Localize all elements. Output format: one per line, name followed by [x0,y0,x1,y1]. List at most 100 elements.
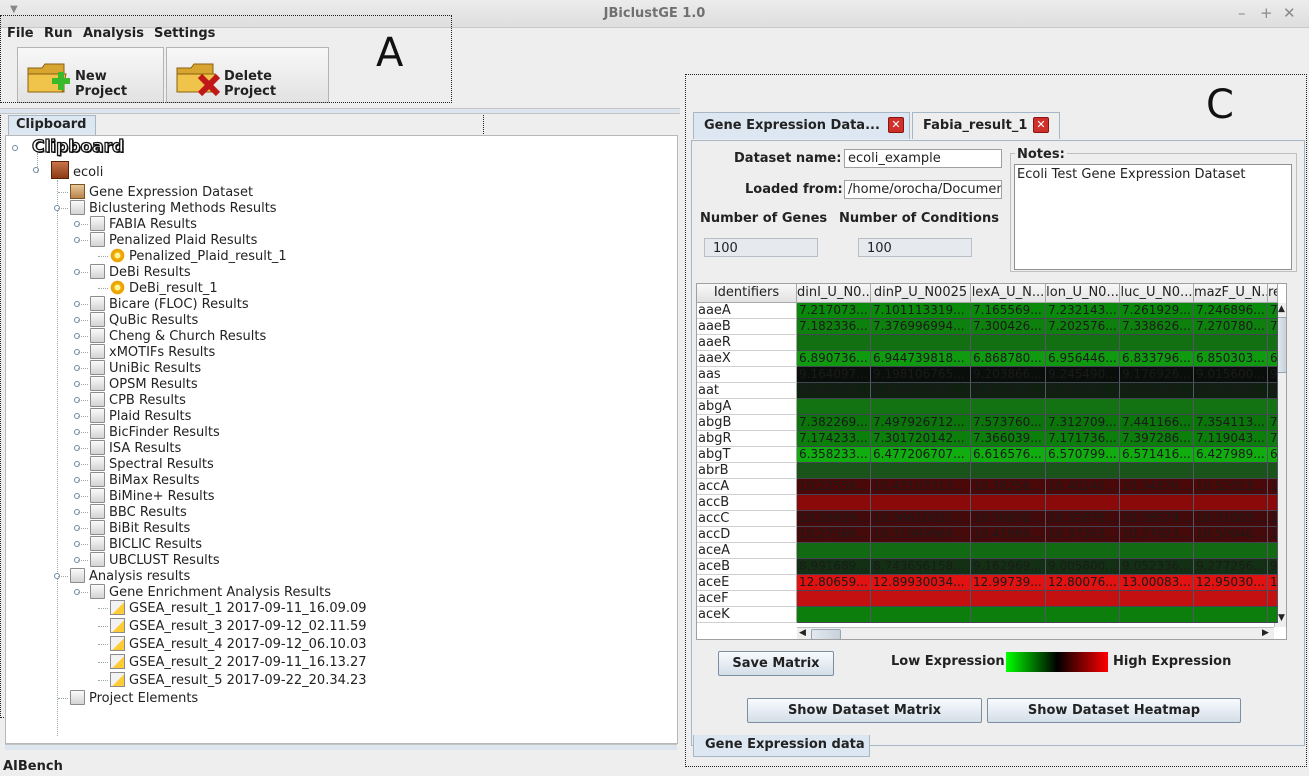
column-header[interactable]: luc_U_N0... [1120,284,1194,303]
column-header[interactable]: mazF_U_N... [1194,284,1268,303]
expression-cell[interactable]: 9.164097... [797,367,871,383]
expression-cell[interactable] [871,399,971,415]
tree-item[interactable]: BiMine+ Results [90,488,215,504]
expression-cell[interactable] [1268,543,1278,559]
expression-cell[interactable]: 6.358233... [797,447,871,463]
expression-cell[interactable]: 7.382269... [797,415,871,431]
minimize-icon[interactable]: – [1238,4,1246,22]
expression-cell[interactable]: 9.084075... [797,383,871,399]
expression-cell[interactable] [1194,399,1268,415]
expression-cell[interactable]: 10 [1268,511,1278,527]
expression-cell[interactable]: 10 [1268,479,1278,495]
row-identifier[interactable]: aceK [697,607,797,623]
expression-cell[interactable] [797,495,871,511]
column-header[interactable]: dinP_U_N0025 [871,284,971,303]
expression-cell[interactable]: 10.35876... [1046,511,1120,527]
dataset-name-field[interactable]: ecoli_example [844,149,1002,168]
expression-cell[interactable]: 7. [1268,303,1278,319]
expression-cell[interactable] [1194,591,1268,607]
expression-cell[interactable]: 9. [1268,559,1278,575]
tree-item[interactable]: Project Elements [70,690,198,706]
expression-cell[interactable] [1046,335,1120,351]
row-identifier[interactable]: aceF [697,591,797,607]
row-identifier[interactable]: abrB [697,463,797,479]
expression-cell[interactable] [797,607,871,623]
tree-item[interactable]: DeBi Results [90,264,191,280]
expression-cell[interactable]: 8.743656158... [871,559,971,575]
scroll-down-icon[interactable]: ▼ [1278,613,1285,623]
expression-cell[interactable]: 7.261929... [1120,303,1194,319]
expression-cell[interactable] [971,591,1046,607]
tree-item[interactable]: UniBic Results [90,360,201,376]
expression-cell[interactable]: 9.277256... [1194,559,1268,575]
row-identifier[interactable]: accA [697,479,797,495]
expression-cell[interactable] [971,495,1046,511]
tree-item[interactable]: ISA Results [90,440,181,456]
expression-cell[interactable]: 6. [1268,447,1278,463]
save-matrix-button[interactable]: Save Matrix [718,651,834,676]
expression-cell[interactable]: 10.41989... [971,527,1046,543]
expression-cell[interactable]: 9.015600... [1194,367,1268,383]
expression-cell[interactable]: 9.022483... [1120,383,1194,399]
column-header[interactable]: lexA_U_N... [971,284,1046,303]
expression-cell[interactable] [971,543,1046,559]
expression-cell[interactable] [1120,607,1194,623]
expression-cell[interactable] [871,495,971,511]
expression-cell[interactable]: 10.38579... [1120,511,1194,527]
expression-cell[interactable]: 9.011816... [971,383,1046,399]
expression-cell[interactable] [1046,495,1120,511]
tree-item[interactable]: FABIA Results [90,216,197,232]
expression-cell[interactable] [1046,591,1120,607]
expression-cell[interactable]: 12.89930034... [871,575,971,591]
row-identifier[interactable]: aat [697,383,797,399]
row-identifier[interactable]: aceA [697,543,797,559]
close-window-icon[interactable]: ✕ [1283,4,1296,22]
expression-cell[interactable] [1120,335,1194,351]
expression-cell[interactable]: 10.38256... [971,479,1046,495]
expression-cell[interactable] [871,607,971,623]
row-identifier[interactable]: abgR [697,431,797,447]
expression-cell[interactable] [1046,399,1120,415]
tree-item[interactable]: OPSM Results [90,376,198,392]
expression-cell[interactable] [1268,607,1278,623]
row-identifier[interactable]: accC [697,511,797,527]
table-horizontal-scrollbar[interactable]: ◀ ▶ [797,627,1274,639]
row-identifier[interactable]: accD [697,527,797,543]
expression-cell[interactable] [1120,591,1194,607]
expression-cell[interactable]: 7.441166... [1120,415,1194,431]
expression-cell[interactable] [1194,463,1268,479]
expression-cell[interactable] [1268,463,1278,479]
expression-cell[interactable]: 7. [1268,431,1278,447]
tree-item[interactable]: UBCLUST Results [90,552,220,568]
expression-cell[interactable]: 6.850303... [1194,351,1268,367]
expression-cell[interactable] [1268,591,1278,607]
expression-cell[interactable]: 7.366039... [971,431,1046,447]
tree-root[interactable]: Clipboard [31,136,124,157]
tree-item[interactable]: BiMax Results [90,472,199,488]
expression-cell[interactable]: 9.052336... [1120,559,1194,575]
expression-cell[interactable]: 7.397286... [1120,431,1194,447]
row-identifier[interactable]: aaeB [697,319,797,335]
scroll-left-icon[interactable]: ◀ [799,628,806,638]
show-dataset-matrix-button[interactable]: Show Dataset Matrix [747,698,982,723]
expression-cell[interactable]: 7. [1268,319,1278,335]
expression-cell[interactable]: 10.40240... [1046,479,1120,495]
tree-project-ecoli[interactable]: ecoli [51,161,103,180]
expression-cell[interactable]: 10.31999969... [871,527,971,543]
expression-cell[interactable]: 9. [1268,367,1278,383]
expression-cell[interactable]: 6. [1268,351,1278,367]
expression-cell[interactable]: 7. [1268,415,1278,431]
expression-cell[interactable] [971,607,1046,623]
tree-item[interactable]: Plaid Results [90,408,191,424]
tab-fabia-result-1[interactable]: Fabia_result_1 ✕ [912,112,1060,139]
column-header[interactable]: Identifiers [697,284,797,303]
expression-cell[interactable]: 10.52013... [1194,479,1268,495]
row-identifier[interactable]: abgB [697,415,797,431]
scroll-right-icon[interactable]: ▶ [1262,628,1269,638]
expression-cell[interactable]: 6.477206707... [871,447,971,463]
tree-item[interactable]: Gene Enrichment Analysis Results [90,584,331,600]
expression-cell[interactable]: 7.246896... [1194,303,1268,319]
expression-cell[interactable]: 13.00083... [1120,575,1194,591]
expression-cell[interactable]: 12 [1268,575,1278,591]
tree-item[interactable]: Analysis results [70,568,190,584]
